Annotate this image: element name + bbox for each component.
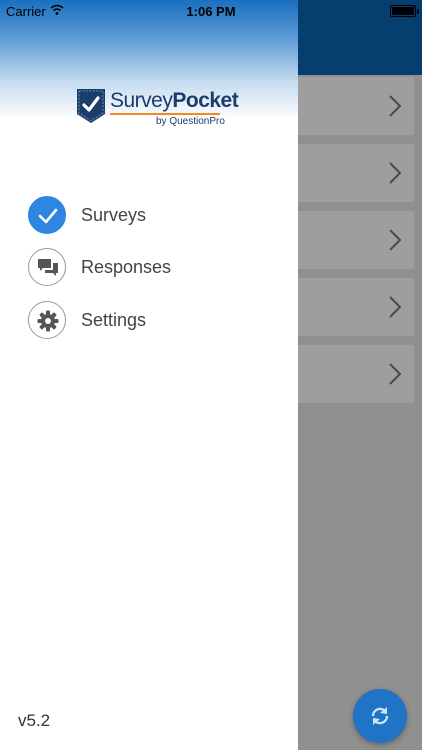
check-icon [38,208,58,224]
battery-icon [390,5,419,17]
logo-word-survey: Survey [110,89,173,112]
menu-icon-circle [28,301,66,339]
menu-icon-circle [28,196,66,234]
app-version: v5.2 [18,711,51,730]
sync-icon [371,707,389,725]
logo-underline [110,113,220,115]
survey-pocket-logo-icon [77,89,105,123]
menu-item-surveys[interactable]: Surveys [28,196,278,234]
logo-wordmark: SurveyPocket [110,89,239,113]
navigation-drawer: SurveyPocket by QuestionPro Surveys Resp… [0,0,298,750]
menu-icon-circle [28,248,66,286]
status-bar: Carrier 1:06 PM [0,0,422,22]
menu-item-label: Surveys [81,205,147,225]
sync-button[interactable] [353,689,407,743]
app-logo: SurveyPocket by QuestionPro [76,88,239,130]
status-time: 1:06 PM [186,4,236,19]
chat-bubbles-icon [38,259,58,276]
logo-byline: by QuestionPro [156,116,225,127]
menu-item-label: Responses [81,257,172,277]
menu-item-label: Settings [81,310,147,330]
menu-item-responses[interactable]: Responses [28,248,278,286]
gear-icon [37,310,59,332]
menu-item-settings[interactable]: Settings [28,301,278,339]
logo-word-pocket: Pocket [172,89,239,112]
